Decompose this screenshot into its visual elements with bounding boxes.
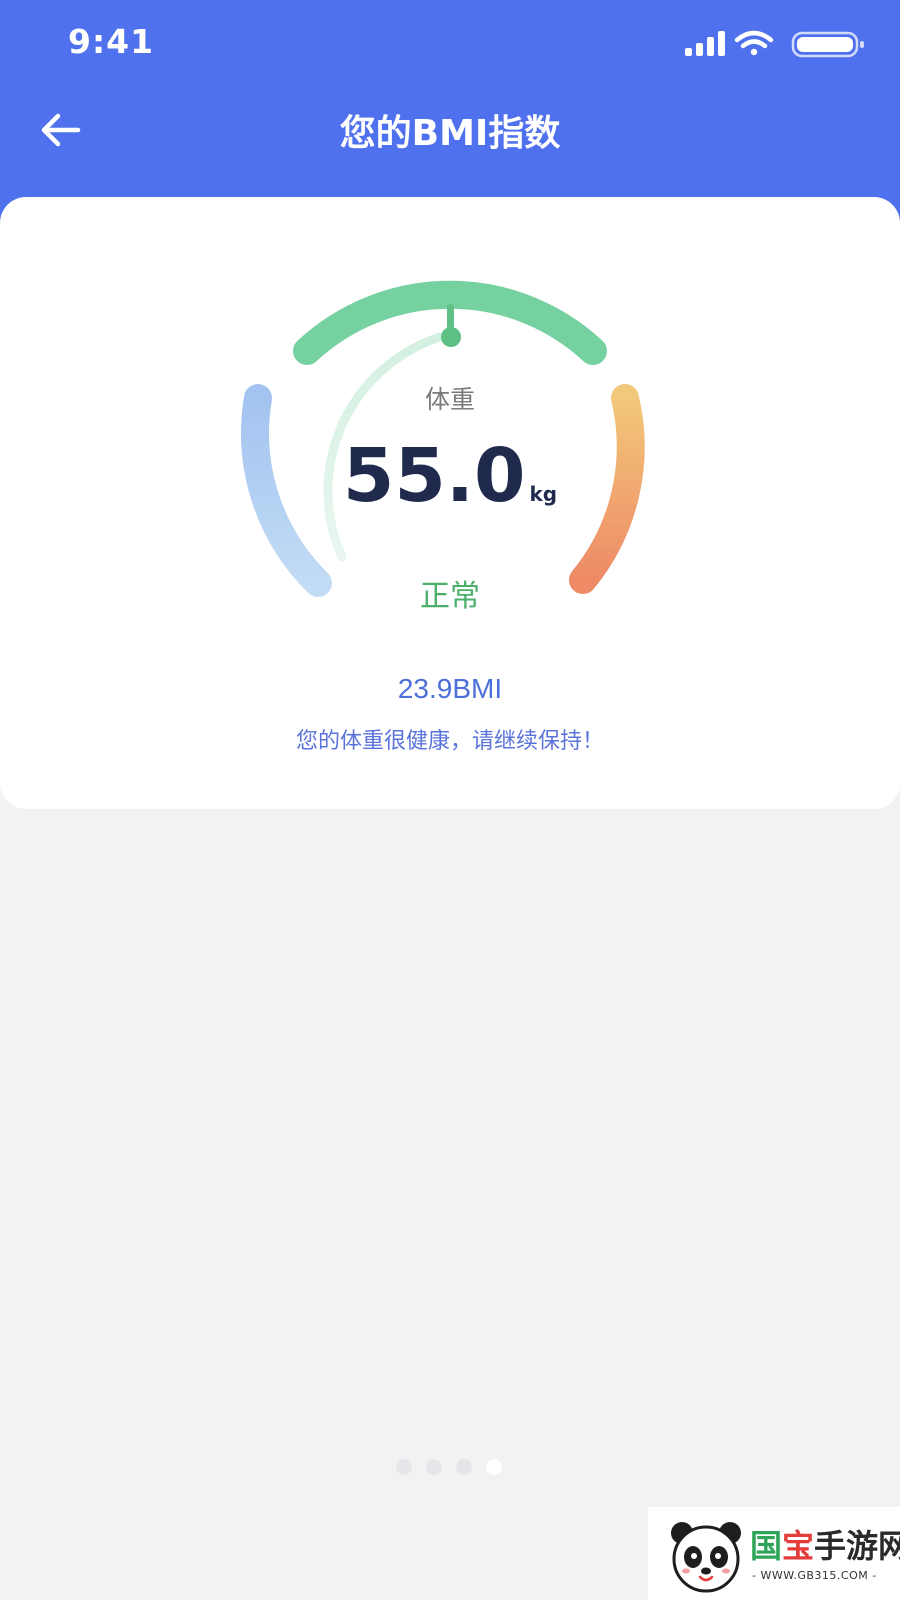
watermark-title-part2: 宝 (782, 1527, 815, 1565)
status-icons (685, 28, 870, 64)
pager-dot[interactable] (426, 1459, 442, 1475)
panda-logo-icon (671, 1522, 741, 1593)
weight-label: 体重 (424, 385, 475, 414)
weight-row: 55.0 kg (0, 433, 900, 519)
pager-dots (396, 1459, 502, 1475)
page-title: 您的BMI指数 (339, 113, 561, 154)
bmi-card: 体重 55.0 kg 正常 23.9BMI 您的体重很健康，请继续保持！ (0, 197, 900, 809)
app-header: 9:41 您的BMI指数 (0, 0, 900, 230)
pager-dot-active[interactable] (486, 1459, 502, 1475)
gauge-pointer (441, 304, 461, 347)
weight-value: 55.0 (342, 433, 526, 519)
weight-unit: kg (529, 482, 558, 506)
watermark-title-part1: 国 (750, 1527, 783, 1565)
watermark-title-part3: 手游网 (814, 1527, 900, 1565)
pager-dot[interactable] (456, 1459, 472, 1475)
wifi-icon (734, 30, 774, 56)
signal-icon (685, 31, 725, 56)
pager-dot[interactable] (396, 1459, 412, 1475)
status-time: 9:41 (68, 22, 155, 61)
watermark-title: 国宝手游网 (750, 1521, 900, 1567)
bmi-status: 正常 (420, 579, 480, 614)
bmi-value: 23.9BMI (397, 673, 503, 704)
battery-icon (791, 31, 864, 58)
watermark-url: - WWW.GB315.COM - (752, 1569, 877, 1582)
health-advice: 您的体重很健康，请继续保持！ (295, 729, 604, 754)
site-watermark: 国宝手游网 - WWW.GB315.COM - (648, 1507, 900, 1600)
